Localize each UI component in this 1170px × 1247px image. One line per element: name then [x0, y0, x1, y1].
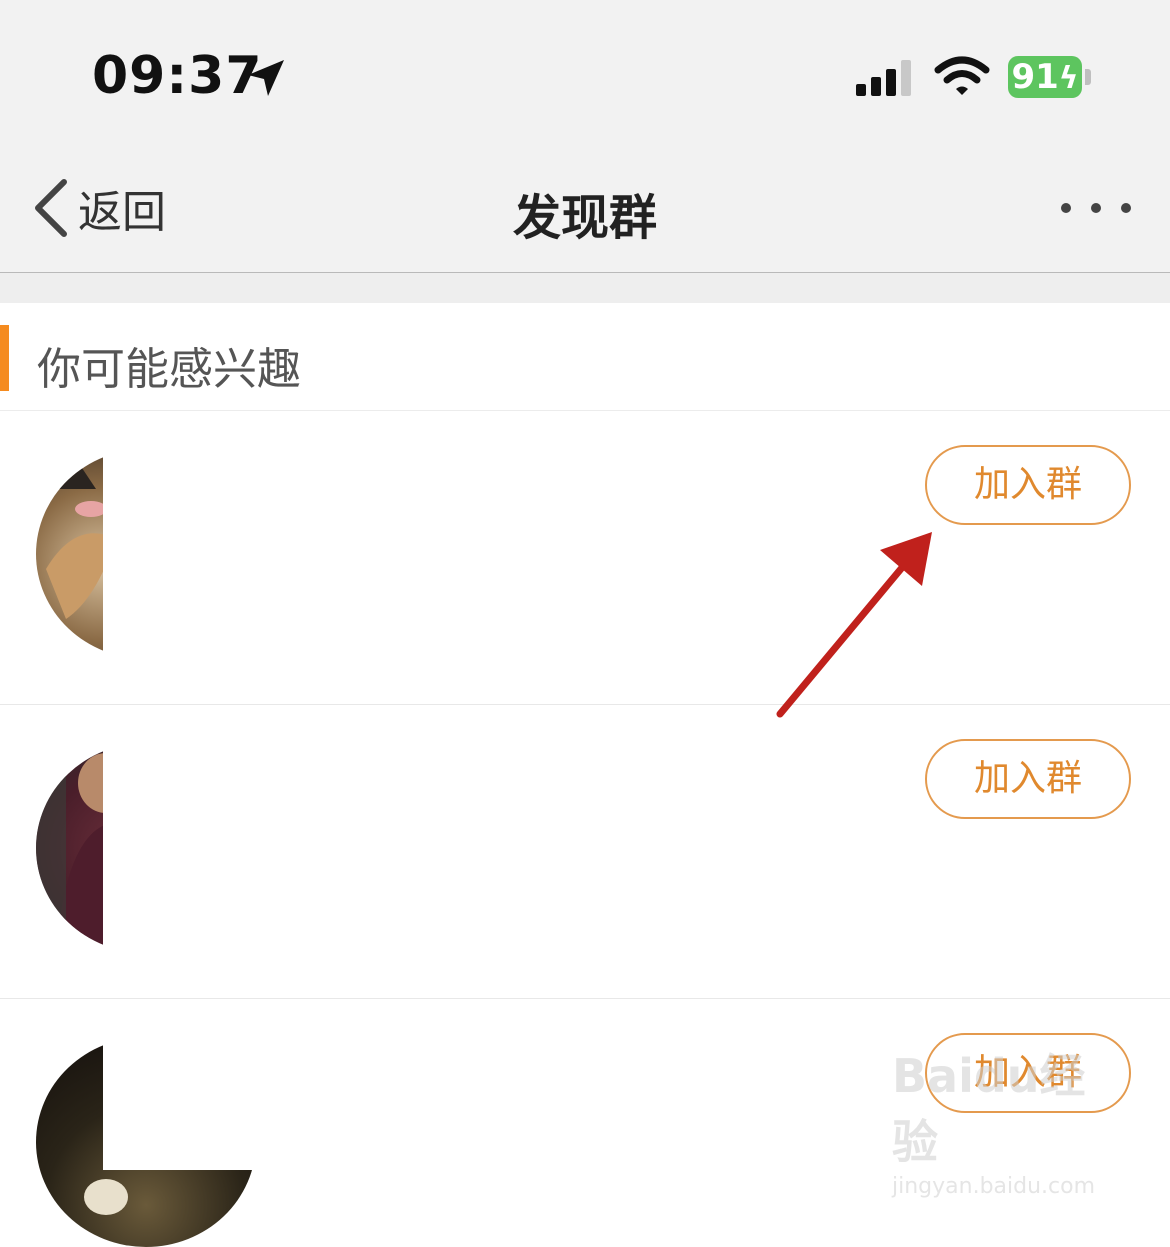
location-arrow-icon — [248, 60, 284, 96]
annotation-arrow-icon — [776, 532, 932, 718]
charging-bolt-icon: ϟ — [1058, 61, 1079, 96]
section-title: 你可能感兴趣 — [37, 344, 301, 395]
content-redaction — [103, 999, 869, 1170]
group-row[interactable]: 加入群 — [0, 705, 1170, 999]
section-divider — [0, 273, 1170, 303]
status-time: 09:37 — [92, 46, 263, 106]
nav-bar: 返回 发现群 — [0, 150, 1170, 273]
section-header: 你可能感兴趣 — [0, 303, 1170, 411]
page-title: 发现群 — [512, 190, 657, 246]
content-redaction — [103, 705, 869, 998]
content-redaction — [103, 411, 869, 704]
join-group-button[interactable]: 加入群 — [925, 739, 1131, 819]
watermark-url: jingyan.baidu.com — [892, 1174, 1096, 1199]
join-group-button[interactable]: 加入群 — [925, 445, 1131, 525]
baidu-watermark: Baidu经验 jingyan.baidu.com — [892, 1040, 1122, 1199]
battery-level: 91 — [1011, 57, 1059, 97]
wifi-icon — [934, 56, 990, 95]
cellular-signal-icon — [856, 60, 911, 96]
group-row[interactable]: 加入群 — [0, 411, 1170, 705]
more-options-icon[interactable] — [1056, 196, 1136, 220]
battery-indicator: 91ϟ — [1008, 56, 1082, 98]
status-bar: 09:37 91ϟ — [0, 0, 1170, 150]
battery-cap — [1085, 69, 1091, 85]
watermark-logo: Baidu经验 — [892, 1049, 1086, 1169]
section-accent-bar — [0, 325, 9, 391]
